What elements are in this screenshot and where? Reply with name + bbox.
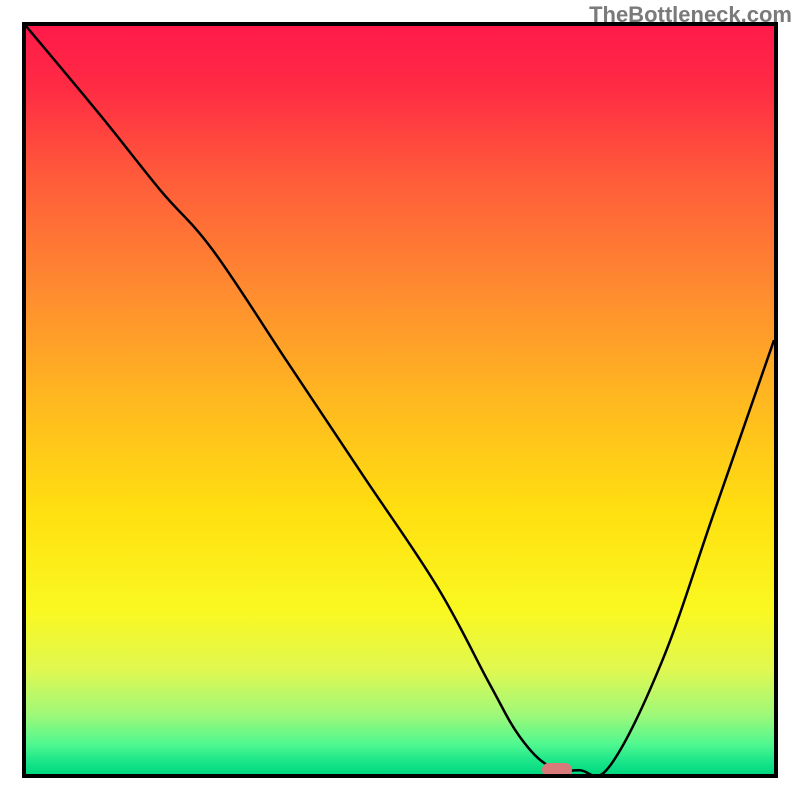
chart-container: TheBottleneck.com [0, 0, 800, 800]
watermark-text: TheBottleneck.com [589, 2, 792, 28]
optimal-marker [542, 763, 572, 777]
curve-svg [26, 26, 774, 774]
plot-area [22, 22, 778, 778]
bottleneck-curve [26, 26, 774, 774]
